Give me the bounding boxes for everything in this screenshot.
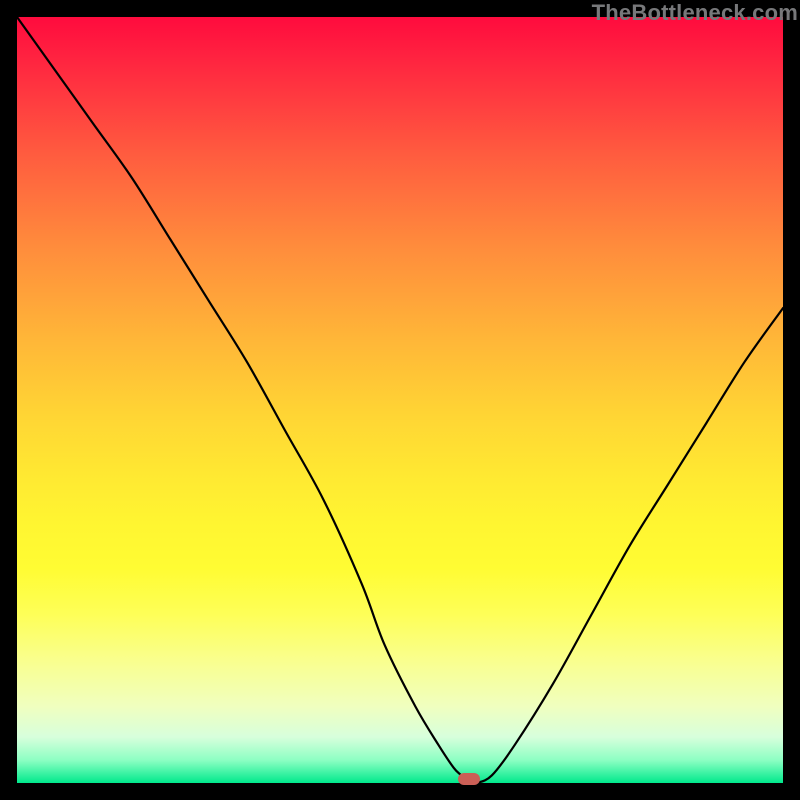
bottleneck-curve bbox=[17, 17, 783, 783]
optimal-marker bbox=[458, 773, 480, 785]
chart-frame: TheBottleneck.com bbox=[0, 0, 800, 800]
watermark-text: TheBottleneck.com bbox=[592, 0, 798, 26]
